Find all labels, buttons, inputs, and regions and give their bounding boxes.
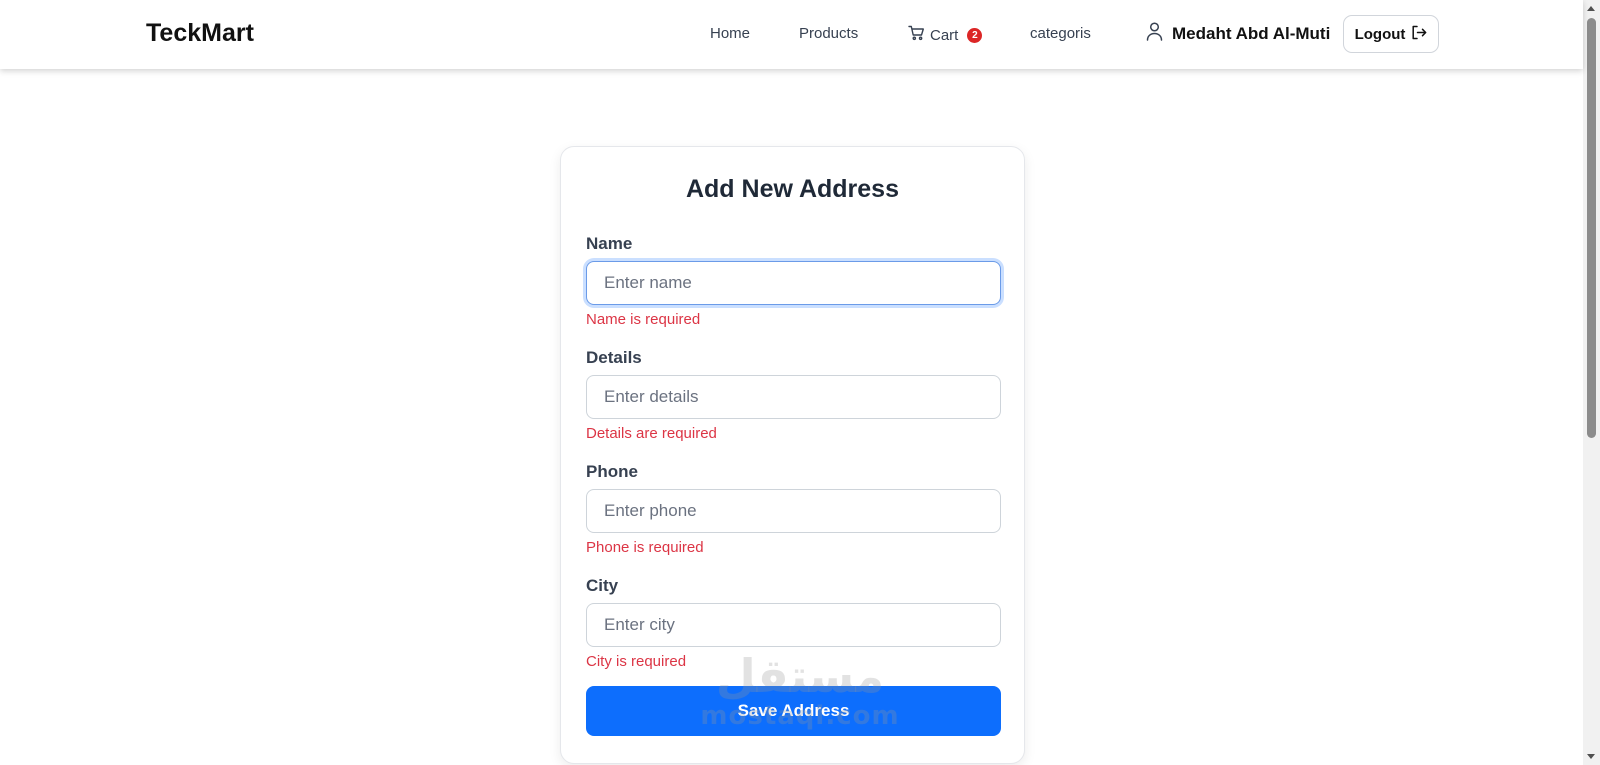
address-form-card: Add New Address Name Name is required De… [560,146,1025,764]
city-form-group: City City is required [586,576,1001,670]
phone-input[interactable] [586,489,1001,533]
name-form-group: Name Name is required [586,234,1001,328]
city-input[interactable] [586,603,1001,647]
cart-count-badge: 2 [967,27,983,43]
cart-label: Cart [930,26,959,44]
details-error: Details are required [586,425,717,442]
top-navbar: TeckMart Home Products Cart 2 categoris … [0,0,1583,69]
logout-button[interactable]: Logout [1343,15,1439,53]
logout-label: Logout [1354,25,1406,43]
phone-form-group: Phone Phone is required [586,462,1001,556]
phone-label: Phone [586,462,638,481]
scroll-down-arrow-icon[interactable] [1587,754,1595,759]
nav-link-cart[interactable]: Cart 2 [908,25,983,45]
nav-link-products[interactable]: Products [799,25,858,42]
user-profile[interactable]: Medaht Abd Al-Muti [1146,22,1330,46]
details-input[interactable] [586,375,1001,419]
city-label: City [586,576,619,595]
scroll-up-arrow-icon[interactable] [1587,6,1595,11]
logout-icon [1411,25,1427,44]
nav-link-categories[interactable]: categoris [1030,25,1091,42]
cart-icon [908,25,925,45]
user-icon [1146,22,1163,46]
user-name: Medaht Abd Al-Muti [1172,24,1331,43]
details-form-group: Details Details are required [586,348,1001,442]
nav-link-home[interactable]: Home [710,25,750,42]
details-label: Details [586,348,642,367]
city-error: City is required [586,653,687,670]
name-label: Name [586,234,633,253]
page-scrollbar[interactable] [1583,0,1600,765]
scrollbar-thumb[interactable] [1587,18,1596,438]
name-error: Name is required [586,311,701,328]
name-input[interactable] [586,261,1001,305]
phone-error: Phone is required [586,539,704,556]
save-address-button[interactable]: Save Address [586,686,1001,736]
form-title: Add New Address [685,175,899,203]
brand-logo[interactable]: TeckMart [146,19,254,48]
